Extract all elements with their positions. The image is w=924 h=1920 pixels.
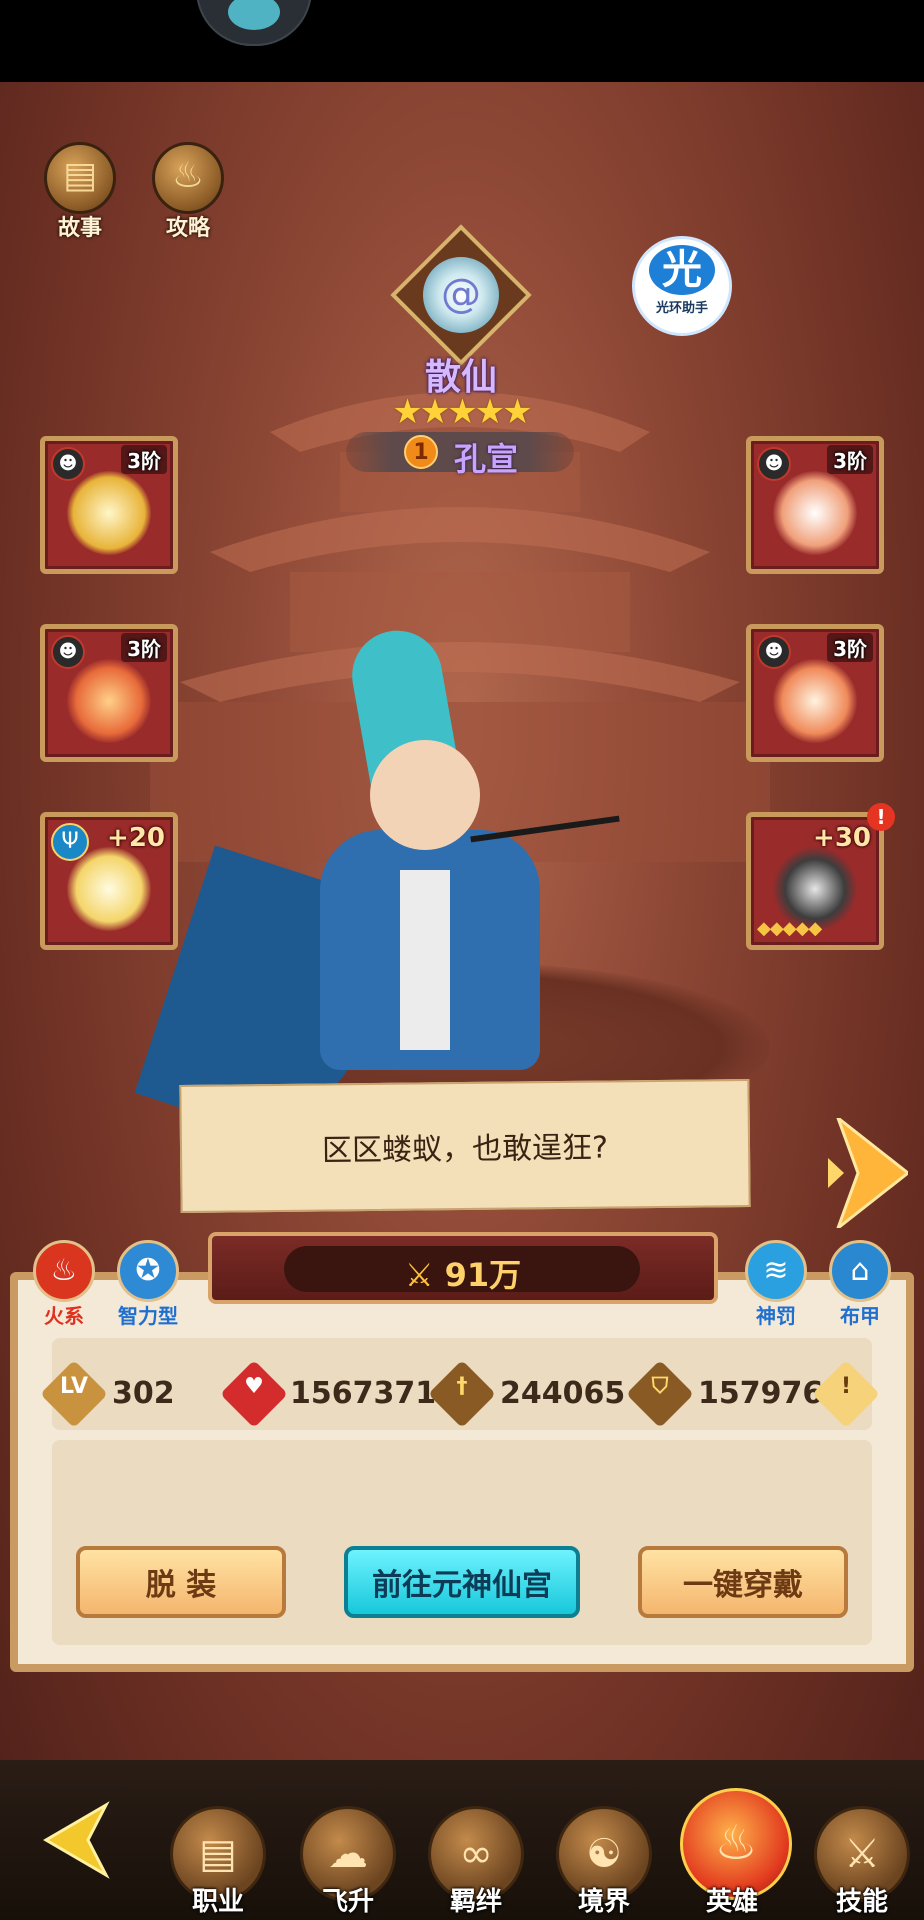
axe-weapon-icon	[67, 471, 151, 555]
nav-label: 职业	[191, 1887, 244, 1917]
assistant-glyph: 光	[649, 245, 715, 295]
assistant-button[interactable]: 光 光环助手	[632, 236, 732, 336]
shield-icon: ⛉	[651, 1374, 669, 1399]
mask-icon: ☻	[757, 635, 791, 669]
heart-icon: ♥	[244, 1374, 264, 1399]
top-status-bar	[0, 0, 924, 82]
level-icon: LV	[59, 1374, 88, 1399]
nav-bond[interactable]: ∞ 羁绊	[424, 1806, 528, 1918]
attack-value: 244065	[500, 1376, 626, 1411]
guide-button[interactable]: ♨ 攻略	[150, 142, 226, 242]
info-icon: !	[840, 1374, 852, 1399]
equip-all-button[interactable]: 一键穿戴	[638, 1546, 848, 1618]
combat-power-value: ⚔ 91万	[404, 1256, 522, 1294]
mask-icon: ☻	[51, 635, 85, 669]
tier-label: 3阶	[121, 445, 167, 474]
equip-slot-divine-weapon[interactable]: ! +30 ◆◆◆◆◆	[746, 803, 895, 950]
nav-career[interactable]: ▤ 职业	[166, 1806, 270, 1918]
cloth-armor-icon: ⌂	[829, 1240, 891, 1302]
intelligence-icon: ✪	[117, 1240, 179, 1302]
unequip-button[interactable]: 脱 装	[76, 1546, 286, 1618]
hero-quote-bubble: 区区蝼蚁，也敢逞狂?	[179, 1079, 751, 1213]
hp-value: 1567371	[290, 1376, 437, 1411]
tier-label: 3阶	[121, 633, 167, 662]
type-tag[interactable]: ✪ 智力型	[108, 1240, 188, 1329]
mirror-treasure-icon	[67, 847, 151, 931]
assistant-label: 光环助手	[655, 301, 708, 316]
armor-type-label: 布甲	[840, 1304, 880, 1328]
rank-badge: 1	[404, 435, 438, 469]
nav-realm[interactable]: ☯ 境界	[552, 1806, 656, 1918]
equip-slot-weapon[interactable]: ☻ 3阶	[40, 436, 178, 574]
alert-badge: !	[867, 803, 895, 831]
flame-icon: ♨	[152, 142, 224, 214]
mask-icon: ☻	[51, 447, 85, 481]
hero-quote: 区区蝼蚁，也敢逞狂?	[321, 1130, 609, 1169]
cloud-swirl-icon: @	[423, 257, 499, 333]
faction-label: 神罚	[756, 1304, 796, 1328]
story-label: 故事	[57, 216, 102, 241]
faction-tag[interactable]: ≋ 神罚	[736, 1240, 816, 1329]
combat-power-banner: ⚔ 91万	[208, 1232, 718, 1304]
hero-character[interactable]	[134, 623, 620, 1155]
shoulder-armor-icon	[773, 471, 857, 555]
sword-icon: †	[456, 1374, 468, 1399]
tier-label: 3阶	[827, 633, 873, 662]
guide-label: 攻略	[165, 216, 210, 241]
element-label: 火系	[44, 1304, 84, 1328]
level-value: 302	[112, 1376, 175, 1411]
nav-label: 境界	[577, 1887, 630, 1917]
equip-slot-armor[interactable]: ☻ 3阶	[40, 624, 178, 762]
hero-name: 孔宣	[454, 440, 519, 478]
crossed-swords-icon: ⚔	[404, 1256, 445, 1294]
story-button[interactable]: ▤ 故事	[42, 142, 118, 242]
class-emblem: @	[390, 224, 532, 366]
fire-element-icon: ♨	[33, 1240, 95, 1302]
type-label: 智力型	[118, 1304, 178, 1328]
divine-punishment-icon: ≋	[745, 1240, 807, 1302]
hero-name-bar: 1 孔宣	[346, 432, 574, 478]
boots-icon	[773, 659, 857, 743]
nav-label: 飞升	[321, 1887, 374, 1917]
armor-chest-icon	[67, 659, 151, 743]
book-icon: ▤	[44, 142, 116, 214]
nav-label: 英雄	[705, 1887, 758, 1917]
equip-slot-treasure[interactable]: Ψ +20	[40, 812, 178, 950]
mask-icon: ☻	[757, 447, 791, 481]
star-rating: ★★★★★	[392, 392, 532, 432]
nav-label: 技能	[835, 1887, 888, 1917]
top-avatar[interactable]	[196, 0, 312, 46]
nav-label: 羁绊	[449, 1887, 502, 1917]
tier-label: 3阶	[827, 445, 873, 474]
equip-slot-boots[interactable]: ☻ 3阶	[746, 624, 884, 762]
goto-palace-button[interactable]: 前往元神仙宫	[344, 1546, 580, 1618]
back-arrow-icon[interactable]	[36, 1800, 116, 1880]
nav-skill[interactable]: ⚔ 技能	[810, 1806, 914, 1918]
gold-rank-icon: ◆◆◆◆◆	[757, 918, 822, 939]
equip-slot-shoulder[interactable]: ☻ 3阶	[746, 436, 884, 574]
nav-hero[interactable]: ♨ 英雄	[680, 1788, 792, 1918]
element-tag[interactable]: ♨ 火系	[24, 1240, 104, 1329]
next-hero-arrow-icon[interactable]	[828, 1118, 908, 1228]
nav-ascend[interactable]: ☁ 飞升	[296, 1806, 400, 1918]
defense-value: 157976	[698, 1376, 824, 1411]
armor-type-tag[interactable]: ⌂ 布甲	[820, 1240, 900, 1329]
